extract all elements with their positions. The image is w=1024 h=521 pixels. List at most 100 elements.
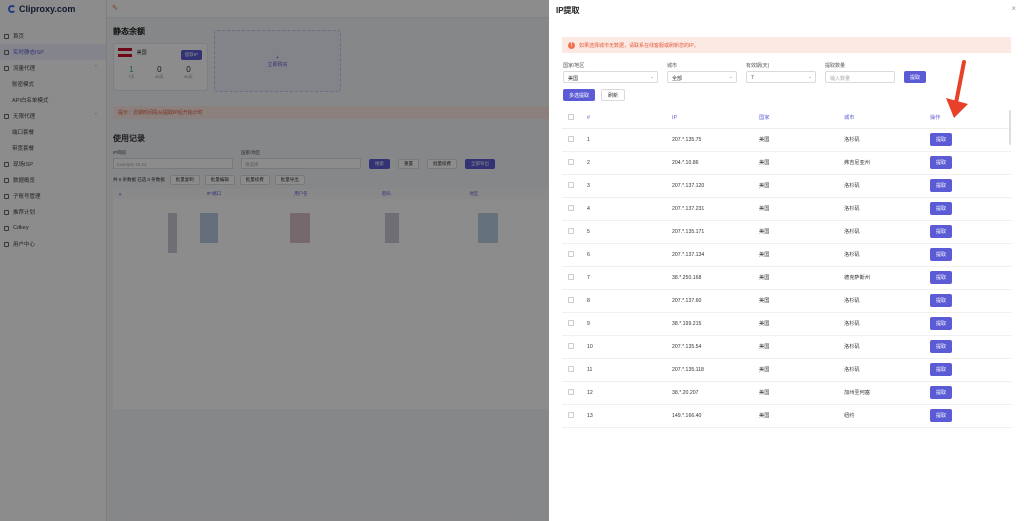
multi-extract-button[interactable]: 多选提取	[563, 89, 596, 101]
row-action-cell: 提取	[930, 358, 1011, 382]
extract-form: 国家/地区 美国 ⌄ 城市 全部 ⌄ 有效期(天) 7 ⌄ 提取数量 输入数量 …	[563, 62, 927, 83]
row-ip: 207.*.137.134	[672, 243, 759, 267]
quantity-input[interactable]: 输入数量	[825, 71, 895, 83]
row-checkbox[interactable]	[562, 197, 587, 221]
row-country: 美国	[759, 174, 844, 198]
table-row: 5 207.*.135.171 美国 洛杉矶 提取	[562, 220, 1011, 244]
validity-label: 有效期(天)	[746, 63, 770, 69]
extract-row-button[interactable]: 提取	[930, 363, 953, 376]
row-country: 美国	[759, 243, 844, 267]
warning-icon: !	[568, 41, 575, 49]
row-number: 12	[587, 381, 672, 405]
row-number: 4	[587, 197, 672, 221]
row-country: 美国	[759, 312, 844, 336]
row-city: 加州圣何塞	[844, 381, 930, 405]
app-root: Cliproxy.com 首页 实时静态ISP 流量代理 ⌃ 账密模式 API白名单模式无…	[0, 0, 1024, 521]
table-scrollbar[interactable]	[1009, 110, 1011, 145]
row-city: 洛杉矶	[844, 289, 930, 313]
row-city: 洛杉矶	[844, 358, 930, 382]
row-action-cell: 提取	[930, 266, 1011, 290]
row-checkbox[interactable]	[562, 128, 587, 152]
table-row: 7 38.*.250.168 美国 德克萨斯州 提取	[562, 266, 1011, 290]
row-country: 美国	[759, 404, 844, 428]
row-country: 美国	[759, 358, 844, 382]
city-select[interactable]: 全部 ⌄	[667, 71, 737, 83]
country-select-value: 美国	[568, 76, 579, 82]
country-select[interactable]: 美国 ⌄	[563, 71, 658, 83]
row-checkbox[interactable]	[562, 151, 587, 175]
row-ip: 207.*.137.231	[672, 197, 759, 221]
row-ip: 207.*.135.75	[672, 128, 759, 152]
row-city: 洛杉矶	[844, 220, 930, 244]
row-ip: 149.*.166.40	[672, 404, 759, 428]
quantity-label: 提取数量	[825, 63, 846, 69]
row-number: 11	[587, 358, 672, 382]
column-header-country: 国家	[759, 108, 844, 129]
row-number: 5	[587, 220, 672, 244]
extract-row-button[interactable]: 提取	[930, 271, 953, 284]
row-action-cell: 提取	[930, 197, 1011, 221]
row-checkbox[interactable]	[562, 243, 587, 267]
row-action-cell: 提取	[930, 151, 1011, 175]
extract-row-button[interactable]: 提取	[930, 294, 953, 307]
row-country: 美国	[759, 381, 844, 405]
row-city: 洛杉矶	[844, 197, 930, 221]
row-checkbox[interactable]	[562, 335, 587, 359]
row-country: 美国	[759, 335, 844, 359]
chevron-down-icon: ⌄	[807, 74, 812, 80]
extract-row-button[interactable]: 提取	[930, 386, 953, 399]
row-country: 美国	[759, 197, 844, 221]
row-country: 美国	[759, 128, 844, 152]
row-ip: 204.*.10.86	[672, 151, 759, 175]
row-number: 3	[587, 174, 672, 198]
row-checkbox[interactable]	[562, 220, 587, 244]
table-row: 10 207.*.135.54 美国 洛杉矶 提取	[562, 335, 1011, 359]
row-number: 8	[587, 289, 672, 313]
row-checkbox[interactable]	[562, 266, 587, 290]
row-city: 洛杉矶	[844, 312, 930, 336]
extract-row-button[interactable]: 提取	[930, 248, 953, 261]
extract-row-button[interactable]: 提取	[930, 409, 953, 422]
column-header-ip: IP	[672, 108, 759, 129]
modal-overlay[interactable]	[0, 0, 549, 521]
red-arrow-annotation	[946, 60, 968, 118]
row-number: 13	[587, 404, 672, 428]
row-checkbox[interactable]	[562, 174, 587, 198]
row-country: 美国	[759, 266, 844, 290]
table-row: 2 204.*.10.86 美国 弗吉尼亚州 提取	[562, 151, 1011, 175]
row-checkbox[interactable]	[562, 289, 587, 313]
validity-select[interactable]: 7 ⌄	[746, 71, 816, 83]
select-all-checkbox[interactable]	[562, 108, 587, 129]
table-row: 4 207.*.137.231 美国 洛杉矶 提取	[562, 197, 1011, 221]
extract-row-button[interactable]: 提取	[930, 156, 953, 169]
row-checkbox[interactable]	[562, 404, 587, 428]
close-icon[interactable]: ×	[1011, 4, 1016, 13]
row-action-cell: 提取	[930, 335, 1011, 359]
extract-row-button[interactable]: 提取	[930, 179, 953, 192]
row-action-cell: 提取	[930, 312, 1011, 336]
row-checkbox[interactable]	[562, 312, 587, 336]
row-action-cell: 提取	[930, 220, 1011, 244]
row-checkbox[interactable]	[562, 358, 587, 382]
column-header-number: #	[587, 108, 672, 129]
row-checkbox[interactable]	[562, 381, 587, 405]
extract-button[interactable]: 提取	[904, 71, 927, 83]
row-number: 6	[587, 243, 672, 267]
ip-table: # IP 国家 城市 操作 1 207.*.135.75 美国 洛杉矶 提取 2 204.*…	[562, 108, 1011, 428]
row-action-cell: 提取	[930, 404, 1011, 428]
refresh-button[interactable]: 刷新	[601, 89, 626, 101]
extract-row-button[interactable]: 提取	[930, 225, 953, 238]
extract-row-button[interactable]: 提取	[930, 202, 953, 215]
table-row: 3 207.*.137.120 美国 洛杉矶 提取	[562, 174, 1011, 198]
row-ip: 207.*.135.118	[672, 358, 759, 382]
chevron-down-icon: ⌄	[728, 74, 733, 80]
extract-row-button[interactable]: 提取	[930, 340, 953, 353]
row-city: 弗吉尼亚州	[844, 151, 930, 175]
row-city: 纽约	[844, 404, 930, 428]
row-ip: 207.*.137.120	[672, 174, 759, 198]
chevron-down-icon: ⌄	[649, 74, 654, 80]
row-number: 7	[587, 266, 672, 290]
extract-row-button[interactable]: 提取	[930, 133, 953, 146]
row-ip: 38.*.20.207	[672, 381, 759, 405]
extract-row-button[interactable]: 提取	[930, 317, 953, 330]
